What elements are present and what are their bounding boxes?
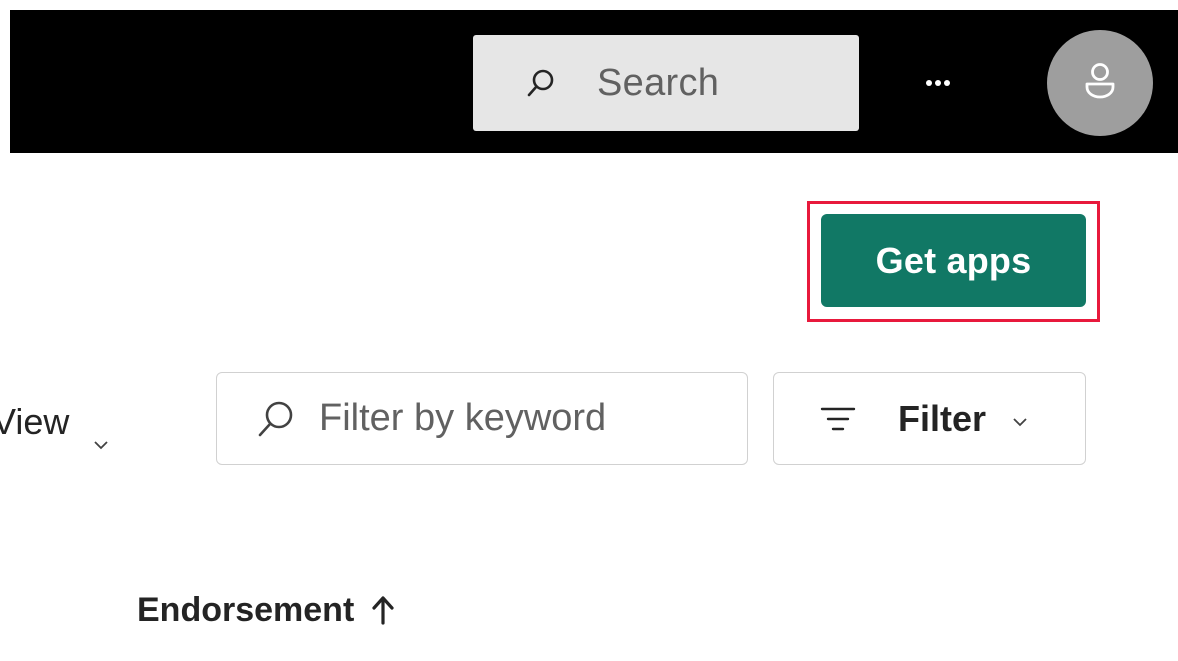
- search-icon: [527, 68, 557, 98]
- more-icon: [925, 74, 951, 92]
- view-dropdown-label: View: [0, 401, 70, 442]
- person-icon: [1083, 62, 1117, 105]
- filter-icon: [820, 405, 856, 433]
- chevron-down-icon: [1012, 414, 1028, 426]
- column-header-endorsement[interactable]: Endorsement: [137, 580, 394, 640]
- filter-by-keyword-input[interactable]: Filter by keyword: [216, 372, 748, 465]
- more-options-button[interactable]: [912, 60, 964, 106]
- page: Search Get apps View Filter by keyword F…: [0, 0, 1178, 661]
- keyword-filter-placeholder: Filter by keyword: [319, 397, 607, 439]
- get-apps-button[interactable]: Get apps: [821, 214, 1086, 307]
- filter-button[interactable]: Filter: [773, 372, 1086, 465]
- chevron-down-icon: [93, 417, 109, 450]
- user-avatar[interactable]: [1047, 30, 1153, 136]
- filter-button-label: Filter: [898, 397, 987, 439]
- column-header-label: Endorsement: [137, 590, 355, 629]
- view-dropdown[interactable]: View: [0, 392, 109, 452]
- search-icon: [255, 398, 297, 440]
- global-search-placeholder: Search: [597, 61, 720, 104]
- global-search-box[interactable]: Search: [473, 35, 859, 131]
- arrow-up-icon: [372, 595, 394, 625]
